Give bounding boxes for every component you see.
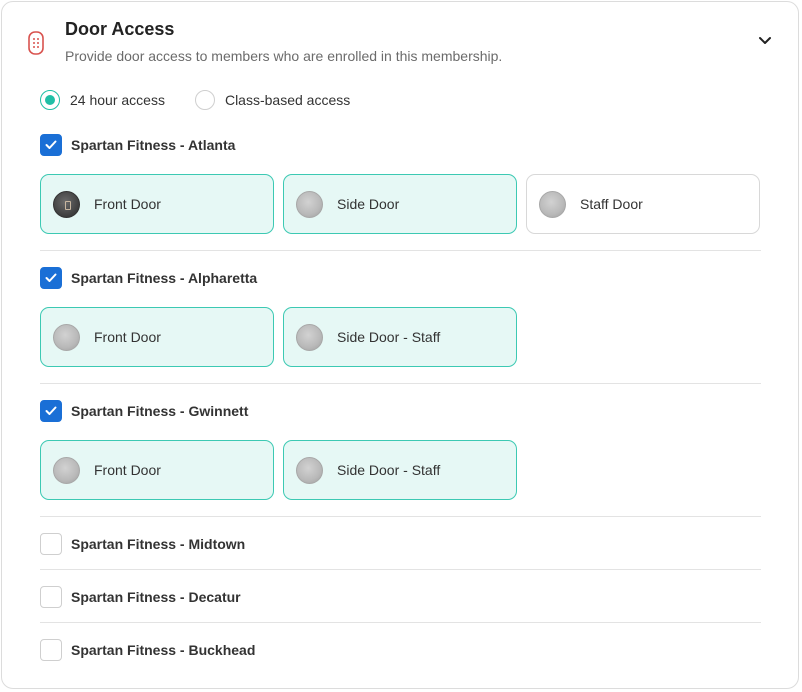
- divider: [40, 569, 761, 570]
- checkbox[interactable]: [40, 533, 62, 555]
- door-label: Front Door: [94, 462, 161, 478]
- location-gwinnett[interactable]: Spartan Fitness - Gwinnett: [40, 400, 248, 422]
- lock-icon: [296, 323, 323, 351]
- location-label: Spartan Fitness - Gwinnett: [71, 403, 249, 419]
- location-label: Spartan Fitness - Buckhead: [71, 642, 256, 658]
- checkbox[interactable]: [40, 586, 62, 608]
- door-lock-icon: [28, 31, 44, 55]
- checkmark-icon: [45, 406, 57, 415]
- checkmark-icon: [45, 273, 57, 282]
- radio-label: 24 hour access: [70, 92, 165, 108]
- radio-24-hour-access[interactable]: 24 hour access: [40, 90, 165, 110]
- access-type-group: 24 hour access Class-based access: [40, 88, 380, 112]
- location-label: Spartan Fitness - Alpharetta: [71, 270, 258, 286]
- location-buckhead[interactable]: Spartan Fitness - Buckhead: [40, 639, 255, 661]
- location-label: Spartan Fitness - Decatur: [71, 589, 241, 605]
- checkbox[interactable]: [40, 639, 62, 661]
- door-atlanta-front[interactable]: Front Door: [40, 174, 274, 234]
- location-decatur[interactable]: Spartan Fitness - Decatur: [40, 586, 241, 608]
- lock-icon: [539, 190, 566, 218]
- divider: [40, 622, 761, 623]
- location-atlanta[interactable]: Spartan Fitness - Atlanta: [40, 134, 235, 156]
- location-alpharetta[interactable]: Spartan Fitness - Alpharetta: [40, 267, 257, 289]
- radio-class-based-access[interactable]: Class-based access: [194, 90, 351, 110]
- dark-lock-icon: [53, 190, 80, 218]
- chevron-down-icon[interactable]: [757, 35, 773, 47]
- door-alpharetta-side-staff[interactable]: Side Door - Staff: [283, 307, 517, 367]
- checkbox-checked[interactable]: [40, 134, 62, 156]
- checkbox-checked[interactable]: [40, 400, 62, 422]
- section-title: Door Access: [65, 19, 175, 39]
- divider: [40, 383, 761, 384]
- radio-button[interactable]: [194, 90, 215, 110]
- section-subtitle: Provide door access to members who are e…: [65, 48, 503, 64]
- door-label: Side Door - Staff: [337, 329, 441, 345]
- lock-icon: [53, 323, 80, 351]
- door-label: Front Door: [94, 196, 161, 212]
- checkbox-checked[interactable]: [40, 267, 62, 289]
- location-label: Spartan Fitness - Midtown: [71, 536, 246, 552]
- location-midtown[interactable]: Spartan Fitness - Midtown: [40, 533, 245, 555]
- door-gwinnett-side-staff[interactable]: Side Door - Staff: [283, 440, 517, 500]
- lock-icon: [296, 190, 323, 218]
- divider: [40, 250, 761, 251]
- location-label: Spartan Fitness - Atlanta: [71, 137, 236, 153]
- radio-button-selected[interactable]: [40, 90, 60, 110]
- lock-icon: [296, 456, 323, 484]
- radio-label: Class-based access: [224, 92, 351, 108]
- door-label: Side Door - Staff: [337, 462, 441, 478]
- checkmark-icon: [45, 140, 57, 149]
- divider: [40, 516, 761, 517]
- lock-icon: [53, 456, 80, 484]
- door-gwinnett-front[interactable]: Front Door: [40, 440, 274, 500]
- door-atlanta-staff[interactable]: Staff Door: [526, 174, 760, 234]
- door-label: Staff Door: [580, 196, 643, 212]
- door-label: Front Door: [94, 329, 161, 345]
- door-label: Side Door: [337, 196, 400, 212]
- door-alpharetta-front[interactable]: Front Door: [40, 307, 274, 367]
- door-atlanta-side[interactable]: Side Door: [283, 174, 517, 234]
